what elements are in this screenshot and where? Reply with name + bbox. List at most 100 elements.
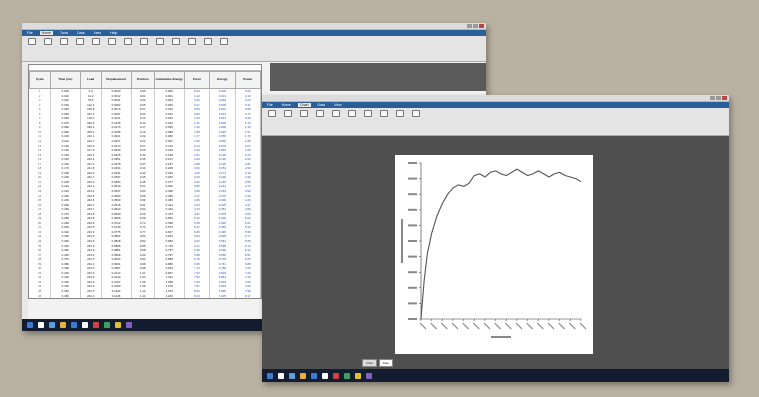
- table-cell[interactable]: 46: [29, 293, 51, 299]
- maximize-icon[interactable]: [473, 24, 478, 28]
- ribbon-icon: [379, 110, 388, 117]
- ribbon-button[interactable]: [409, 110, 422, 118]
- table-row[interactable]: 23 0.220 223.4 0.0537 0.53 0.328 3.99 0.253 3.92: [29, 188, 262, 194]
- taskbar-app-icon[interactable]: [126, 322, 132, 328]
- ribbon-button[interactable]: [313, 110, 326, 118]
- table-cell[interactable]: 8.17: [235, 293, 262, 299]
- ribbon-button[interactable]: [265, 110, 278, 118]
- taskbar-app-icon[interactable]: [289, 372, 295, 379]
- minimize-icon[interactable]: [467, 24, 472, 28]
- menu-tab[interactable]: Tools: [58, 31, 70, 35]
- ribbon-icon: [27, 38, 36, 45]
- ribbon-button[interactable]: [169, 38, 182, 46]
- taskbar-app-icon[interactable]: [311, 372, 317, 379]
- taskbar-app-icon[interactable]: [104, 322, 110, 328]
- column-header[interactable]: Displacement: [100, 71, 132, 89]
- ribbon-button[interactable]: [345, 110, 358, 118]
- ribbon-button[interactable]: [361, 110, 374, 118]
- ribbon-button[interactable]: [297, 110, 310, 118]
- ribbon-icon: [43, 38, 52, 45]
- ribbon-button[interactable]: [73, 38, 86, 46]
- taskbar-app-icon[interactable]: [322, 372, 328, 379]
- front-window-titlebar[interactable]: [262, 95, 729, 102]
- ribbon-icon: [91, 38, 100, 45]
- menu-tab[interactable]: View: [332, 103, 344, 107]
- taskbar-app-icon[interactable]: [267, 372, 273, 379]
- menu-tab-active[interactable]: Home: [39, 31, 53, 35]
- table-row[interactable]: 46 0.450 224.0 0.1146 1.14 1.202 8.24 1.035 8.17: [29, 293, 262, 299]
- menu-tab[interactable]: File: [25, 31, 35, 35]
- taskbar-app-icon[interactable]: [344, 372, 350, 379]
- table-cell[interactable]: 8.24: [184, 293, 211, 299]
- tab-chart[interactable]: Chart: [362, 359, 377, 367]
- taskbar-app-icon[interactable]: [82, 322, 88, 328]
- ribbon-button[interactable]: [377, 110, 390, 118]
- minimize-icon[interactable]: [710, 96, 715, 100]
- table-row[interactable]: 14 0.130 217.9 0.0299 0.29 0.130 2.32 0.091 2.25: [29, 148, 262, 153]
- ribbon-button[interactable]: [25, 38, 38, 46]
- close-icon[interactable]: [479, 24, 484, 28]
- table-row[interactable]: 12 0.110 213.7 0.0247 0.24 0.097 1.95 0.066 1.88: [29, 138, 262, 144]
- back-window-titlebar[interactable]: [22, 23, 486, 30]
- menu-tab[interactable]: Data: [316, 103, 327, 107]
- menu-tab[interactable]: Home: [280, 103, 293, 107]
- table-row[interactable]: 3 0.020 78.5 0.0031 0.03 0.004 0.29 0.003 0.24: [29, 98, 262, 103]
- table-cell[interactable]: 1.202: [154, 293, 185, 299]
- ribbon-button[interactable]: [217, 38, 230, 46]
- column-header[interactable]: Force: [183, 71, 211, 89]
- column-header[interactable]: Time (ms): [49, 71, 81, 89]
- line-chart: [401, 162, 587, 338]
- close-icon[interactable]: [722, 96, 727, 100]
- ribbon-button[interactable]: [281, 110, 294, 118]
- table-cell[interactable]: 0.450: [50, 293, 81, 299]
- menu-tab[interactable]: Help: [108, 31, 119, 35]
- taskbar-app-icon[interactable]: [366, 372, 372, 379]
- ribbon-button[interactable]: [153, 38, 166, 46]
- maximize-icon[interactable]: [716, 96, 721, 100]
- menu-tab[interactable]: File: [265, 103, 275, 107]
- table-row[interactable]: 1 0.000 0.0 0.0000 0.00 0.000 0.00 0.000 0.00: [29, 88, 262, 94]
- taskbar-app-icon[interactable]: [71, 322, 77, 328]
- ribbon-button[interactable]: [393, 110, 406, 118]
- table-cell[interactable]: 224.0: [80, 293, 102, 299]
- table-cell[interactable]: 0.1146: [101, 293, 132, 299]
- column-header[interactable]: Position: [130, 71, 155, 89]
- taskbar-app-icon[interactable]: [93, 322, 99, 328]
- taskbar-app-icon[interactable]: [49, 322, 55, 328]
- ribbon-button[interactable]: [137, 38, 150, 46]
- ribbon-button[interactable]: [41, 38, 54, 46]
- table-cell[interactable]: 1.035: [209, 293, 236, 299]
- taskbar-app-icon[interactable]: [355, 372, 361, 379]
- column-header[interactable]: Cycle: [29, 71, 51, 89]
- ribbon-button[interactable]: [201, 38, 214, 46]
- column-header[interactable]: Power: [234, 71, 262, 89]
- tab-data[interactable]: Data: [378, 359, 393, 367]
- column-header[interactable]: Energy: [209, 71, 236, 89]
- menu-tab[interactable]: View: [92, 31, 104, 35]
- taskbar-app-icon[interactable]: [333, 372, 339, 379]
- ribbon-icon: [363, 110, 372, 117]
- menu-tab-active[interactable]: Chart: [297, 103, 311, 107]
- menu-tab[interactable]: Data: [75, 31, 86, 35]
- taskbar-app-icon[interactable]: [60, 322, 66, 328]
- table-row[interactable]: 36 0.350 223.9 0.0881 0.88 0.757 6.39 0.630 6.32: [29, 248, 262, 253]
- ribbon-button[interactable]: [185, 38, 198, 46]
- x-tick-label: [504, 322, 512, 330]
- table-row[interactable]: 34 0.330 223.9 0.0828 0.82 0.680 6.02 0.561 5.95: [29, 239, 262, 244]
- table-row[interactable]: 45 0.440 224.0 0.1120 1.12 1.153 8.06 0.990 7.99: [29, 289, 262, 294]
- y-tick-label: [408, 302, 417, 305]
- taskbar-app-icon[interactable]: [300, 372, 306, 379]
- ribbon-button[interactable]: [57, 38, 70, 46]
- column-header[interactable]: Cumulative Energy: [153, 71, 185, 89]
- ribbon-button[interactable]: [329, 110, 342, 118]
- table-cell[interactable]: 1.14: [131, 293, 155, 299]
- column-header[interactable]: Load: [79, 71, 102, 89]
- taskbar-app-icon[interactable]: [278, 372, 284, 379]
- taskbar-app-icon[interactable]: [38, 322, 44, 328]
- ribbon-button[interactable]: [89, 38, 102, 46]
- taskbar-app-icon[interactable]: [27, 322, 33, 328]
- taskbar-app-icon[interactable]: [115, 322, 121, 328]
- ribbon-button[interactable]: [105, 38, 118, 46]
- ribbon-button[interactable]: [121, 38, 134, 46]
- table-row[interactable]: 25 0.240 223.6 0.0590 0.59 0.383 4.36 0.300 4.29: [29, 198, 262, 203]
